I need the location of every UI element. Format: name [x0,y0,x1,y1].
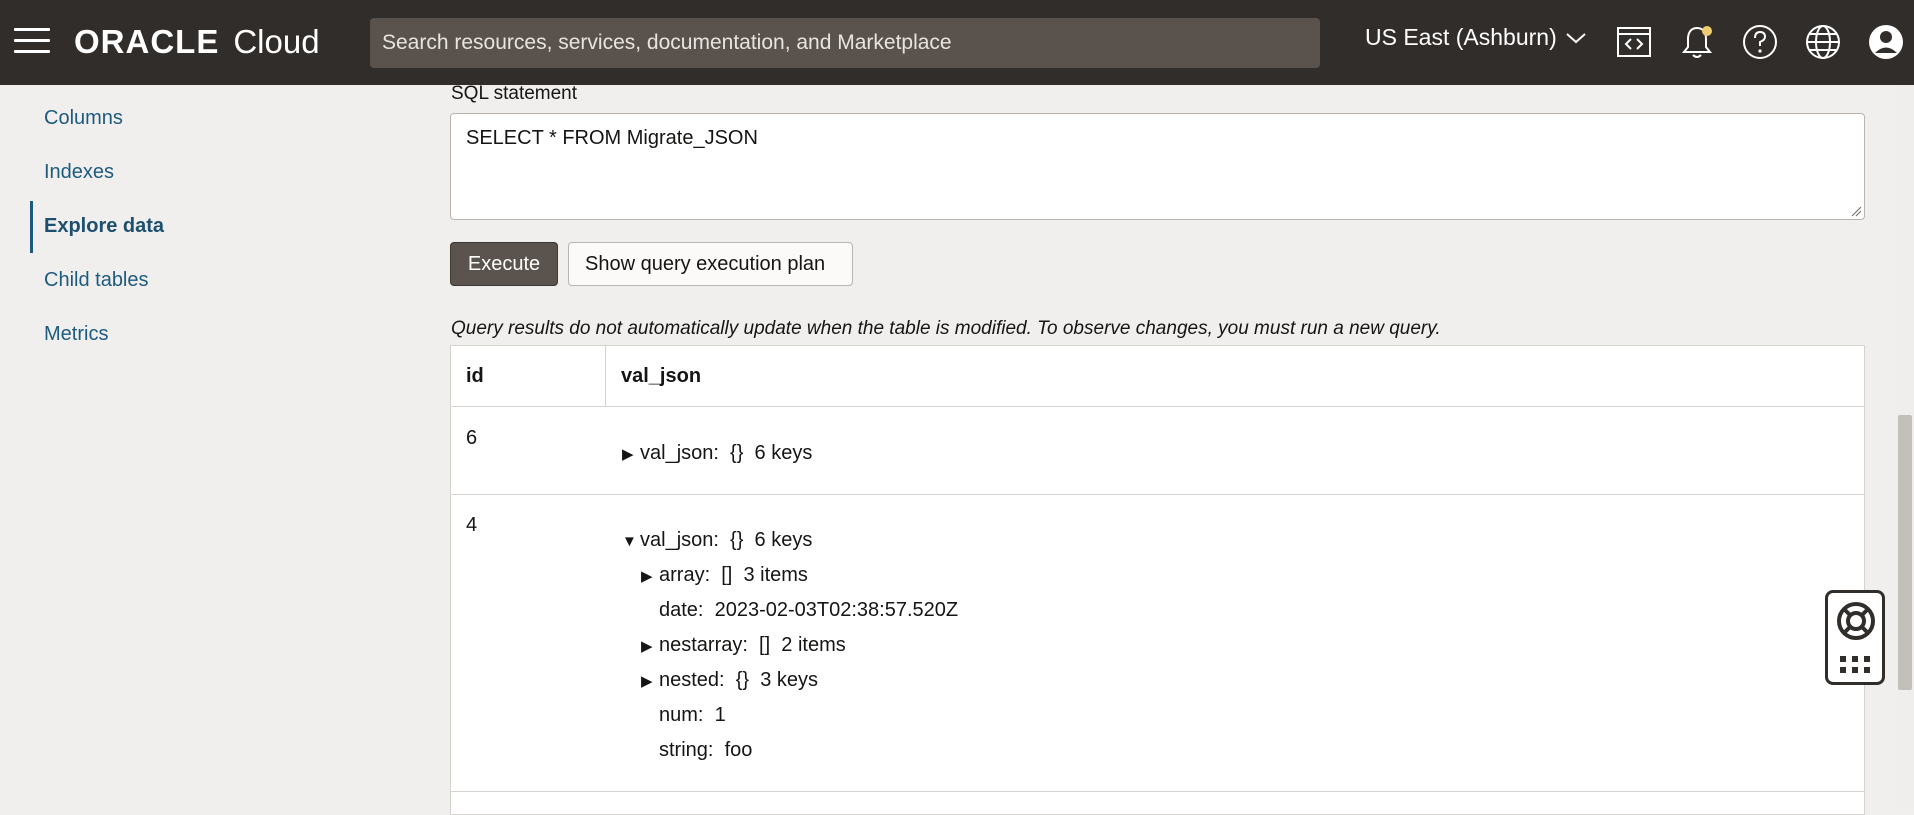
column-header-val-json[interactable]: val_json [606,346,1864,407]
hamburger-icon[interactable] [14,28,50,54]
sidebar-item-metrics[interactable]: Metrics [44,323,108,346]
region-selector[interactable]: US East (Ashburn) [1365,24,1587,51]
sql-statement-value: SELECT * FROM Migrate_JSON [466,127,758,149]
brand-cloud: Cloud [233,23,320,60]
collapse-triangle-icon[interactable]: ▼ [622,533,640,550]
scrollbar-thumb[interactable] [1898,415,1912,690]
sidebar-item-columns[interactable]: Columns [44,107,123,130]
json-node[interactable]: ▶ val_json: {} 6 keys [622,442,812,465]
json-child-num: num: 1 [659,704,726,726]
column-header-id[interactable]: id [451,346,606,407]
resize-grip-icon[interactable] [1850,205,1862,217]
oracle-cloud-logo[interactable]: ORACLE Cloud [74,22,320,62]
json-child-nestarray[interactable]: ▶ nestarray: [] 2 items [641,634,846,657]
help-widget[interactable] [1825,590,1885,685]
sidebar-item-explore-data[interactable]: Explore data [44,215,164,238]
globe-icon[interactable] [1803,22,1843,62]
sidebar-item-child-tables[interactable]: Child tables [44,269,149,292]
sql-statement-label: SQL statement [451,83,578,104]
execute-button[interactable]: Execute [450,242,558,286]
row-separator [451,791,1864,792]
json-summary: val_json: {} 6 keys [640,442,813,464]
row-id: 4 [466,514,478,536]
show-query-plan-button[interactable]: Show query execution plan [568,242,853,286]
grid-icon [1840,656,1870,673]
region-label: US East (Ashburn) [1365,24,1557,50]
lifebuoy-icon [1837,602,1875,640]
help-icon[interactable] [1740,22,1780,62]
bell-icon[interactable] [1677,22,1717,62]
sidebar-item-indexes[interactable]: Indexes [44,161,114,184]
expand-triangle-icon[interactable]: ▶ [641,637,659,655]
brand-oracle: ORACLE [74,23,220,60]
sql-statement-input[interactable]: SELECT * FROM Migrate_JSON [450,113,1865,220]
json-child-date: date: 2023-02-03T02:38:57.520Z [659,599,959,621]
row-separator [451,494,1864,495]
row-id: 6 [466,427,478,449]
chevron-down-icon [1566,32,1586,43]
search-input[interactable]: Search resources, services, documentatio… [370,18,1320,68]
sidebar-active-indicator [30,201,33,253]
json-child-string: string: foo [659,739,753,761]
json-summary: val_json: {} 6 keys [640,529,813,551]
json-child-nested[interactable]: ▶ nested: {} 3 keys [641,669,818,692]
top-bar: ORACLE Cloud Search resources, services,… [0,0,1914,85]
expand-triangle-icon[interactable]: ▶ [641,672,659,690]
profile-icon[interactable] [1866,22,1906,62]
expand-triangle-icon[interactable]: ▶ [622,445,640,463]
code-editor-icon[interactable] [1614,22,1654,62]
notification-dot [1702,26,1712,36]
expand-triangle-icon[interactable]: ▶ [641,567,659,585]
json-node[interactable]: ▼ val_json: {} 6 keys [622,529,812,552]
query-notice: Query results do not automatically updat… [451,318,1441,339]
results-table: id val_json 6 ▶ val_json: {} 6 keys 4 ▼ va… [450,345,1865,815]
json-child-array[interactable]: ▶ array: [] 3 items [641,564,808,587]
